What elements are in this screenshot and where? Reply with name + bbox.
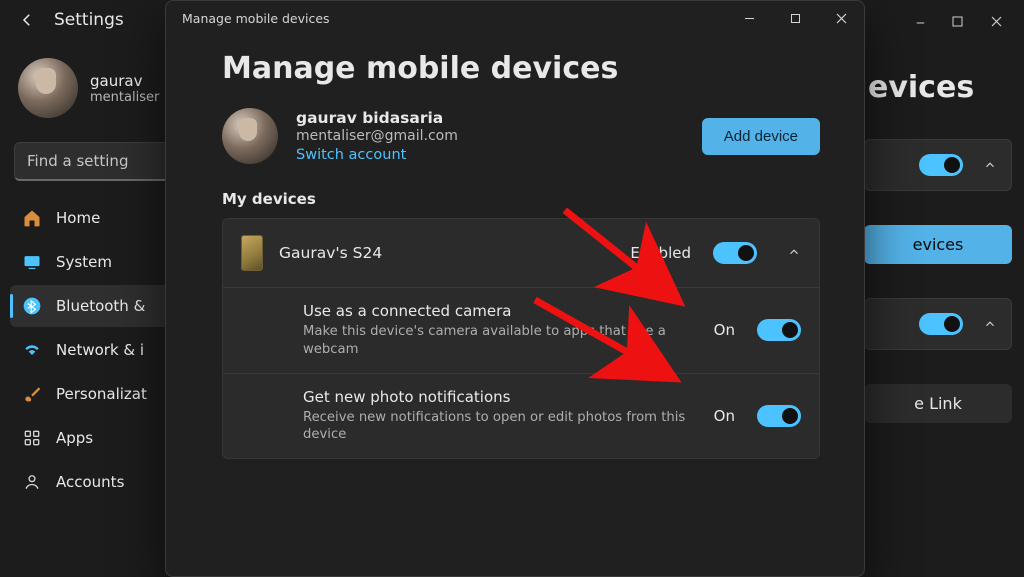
connected-camera-row: Use as a connected camera Make this devi…: [223, 287, 819, 373]
nav-label: Network & i: [56, 341, 144, 359]
add-device-button[interactable]: Add device: [702, 118, 820, 155]
profile-text: gaurav mentaliser: [90, 72, 159, 105]
manage-devices-dialog: Manage mobile devices Manage mobile devi…: [165, 0, 865, 577]
home-icon: [22, 208, 42, 228]
bg-card-toggle-2[interactable]: [864, 298, 1012, 350]
maximize-button[interactable]: [772, 1, 818, 35]
nav-label: System: [56, 253, 112, 271]
connected-camera-toggle[interactable]: [757, 319, 801, 341]
toggle[interactable]: [919, 154, 963, 176]
profile-email: mentaliser: [90, 90, 159, 105]
account-avatar: [222, 108, 278, 164]
settings-title: Settings: [54, 10, 124, 30]
nav-label: Apps: [56, 429, 93, 447]
system-icon: [22, 252, 42, 272]
dialog-body: Manage mobile devices gaurav bidasaria m…: [166, 35, 864, 576]
row-text: Use as a connected camera Make this devi…: [303, 302, 698, 359]
account-row: gaurav bidasaria mentaliser@gmail.com Sw…: [222, 108, 820, 164]
my-devices-label: My devices: [222, 190, 820, 208]
device-card: Gaurav's S24 Enabled Use as a connected …: [222, 218, 820, 459]
dialog-titlebar: Manage mobile devices: [166, 1, 864, 35]
state-label: On: [714, 407, 735, 425]
avatar: [18, 58, 78, 118]
nav-label: Home: [56, 209, 100, 227]
chevron-up-icon: [983, 317, 997, 331]
device-name: Gaurav's S24: [279, 244, 614, 262]
account-email: mentaliser@gmail.com: [296, 128, 684, 144]
row-desc: Receive new notifications to open or edi…: [303, 409, 698, 445]
bluetooth-icon: [22, 296, 42, 316]
account-text: gaurav bidasaria mentaliser@gmail.com Sw…: [296, 109, 684, 163]
nav-label: Accounts: [56, 473, 124, 491]
phone-icon: [241, 235, 263, 271]
toggle[interactable]: [919, 313, 963, 335]
close-button[interactable]: [818, 1, 864, 35]
nav-label: Personalizat: [56, 385, 147, 403]
background-content: ─ evices evices e Link: [864, 0, 1024, 577]
dialog-window-title: Manage mobile devices: [182, 11, 726, 26]
row-text: Get new photo notifications Receive new …: [303, 388, 698, 445]
account-name: gaurav bidasaria: [296, 109, 684, 127]
row-desc: Make this device's camera available to a…: [303, 323, 698, 359]
bg-minimize-icon[interactable]: ─: [917, 16, 924, 30]
device-header[interactable]: Gaurav's S24 Enabled: [223, 219, 819, 287]
brush-icon: [22, 384, 42, 404]
enabled-label: Enabled: [630, 244, 691, 262]
photo-notifications-row: Get new photo notifications Receive new …: [223, 373, 819, 459]
dialog-heading: Manage mobile devices: [222, 51, 820, 86]
row-title: Use as a connected camera: [303, 302, 698, 320]
bg-button-fragment[interactable]: evices: [864, 225, 1012, 264]
bg-link-fragment[interactable]: e Link: [864, 384, 1012, 423]
state-label: On: [714, 321, 735, 339]
bg-close-icon[interactable]: [991, 16, 1002, 30]
bg-window-controls: ─: [864, 10, 1012, 36]
bg-heading-fragment: evices: [864, 70, 1012, 105]
wifi-icon: [22, 340, 42, 360]
apps-icon: [22, 428, 42, 448]
bg-card-toggle[interactable]: [864, 139, 1012, 191]
chevron-up-icon[interactable]: [787, 244, 801, 263]
photo-notifications-toggle[interactable]: [757, 405, 801, 427]
device-enabled-toggle[interactable]: [713, 242, 757, 264]
window-controls: [726, 1, 864, 35]
row-title: Get new photo notifications: [303, 388, 698, 406]
back-arrow-icon[interactable]: [18, 11, 36, 29]
switch-account-link[interactable]: Switch account: [296, 147, 684, 163]
nav-label: Bluetooth &: [56, 297, 145, 315]
profile-name: gaurav: [90, 72, 159, 90]
bg-maximize-icon[interactable]: [952, 16, 963, 30]
chevron-up-icon: [983, 158, 997, 172]
minimize-button[interactable]: [726, 1, 772, 35]
person-icon: [22, 472, 42, 492]
